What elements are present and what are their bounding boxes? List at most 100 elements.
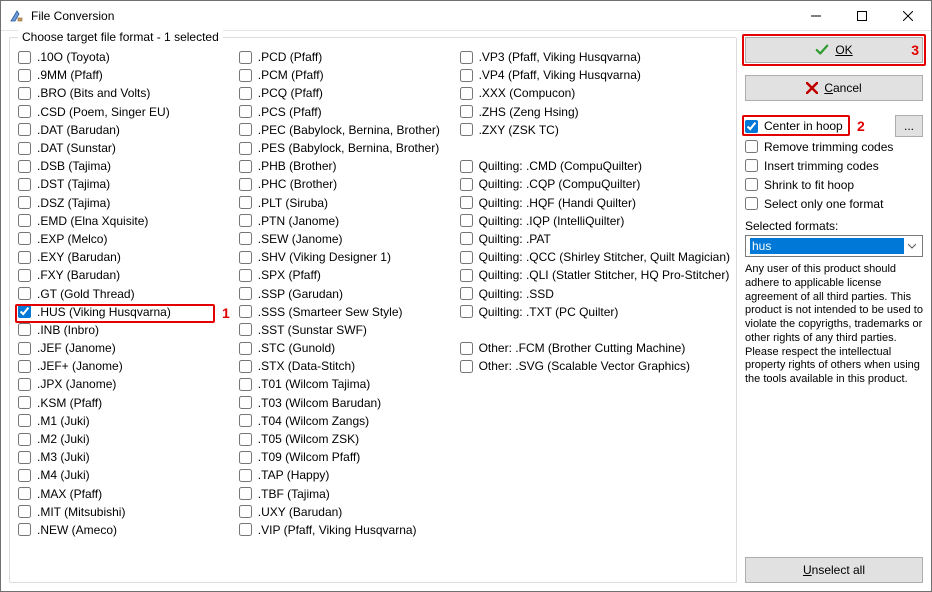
format-item[interactable]: Quilting: .HQF (Handi Quilter): [458, 194, 730, 212]
format-item[interactable]: Quilting: .IQP (IntelliQuilter): [458, 212, 730, 230]
format-item[interactable]: .FXY (Barudan): [16, 266, 235, 284]
format-item[interactable]: .JPX (Janome): [16, 375, 235, 393]
selected-formats-combo[interactable]: hus: [745, 235, 923, 257]
format-item[interactable]: .M2 (Juki): [16, 430, 235, 448]
format-item[interactable]: .M1 (Juki): [16, 412, 235, 430]
format-checkbox[interactable]: [239, 505, 252, 518]
format-checkbox[interactable]: [239, 51, 252, 64]
format-checkbox[interactable]: [239, 396, 252, 409]
select-one-checkbox[interactable]: [745, 197, 758, 210]
format-checkbox[interactable]: [460, 160, 473, 173]
format-checkbox[interactable]: [18, 105, 31, 118]
format-item[interactable]: .XXX (Compucon): [458, 84, 730, 102]
format-item[interactable]: .JEF+ (Janome): [16, 357, 235, 375]
format-item[interactable]: .T03 (Wilcom Barudan): [237, 394, 456, 412]
format-item[interactable]: .SEW (Janome): [237, 230, 456, 248]
format-item[interactable]: .SST (Sunstar SWF): [237, 321, 456, 339]
format-checkbox[interactable]: [460, 123, 473, 136]
format-checkbox[interactable]: [239, 160, 252, 173]
format-checkbox[interactable]: [239, 414, 252, 427]
format-item[interactable]: .SHV (Viking Designer 1): [237, 248, 456, 266]
format-checkbox[interactable]: [18, 160, 31, 173]
format-item[interactable]: .JEF (Janome): [16, 339, 235, 357]
format-item[interactable]: .T01 (Wilcom Tajima): [237, 375, 456, 393]
format-checkbox[interactable]: [18, 232, 31, 245]
format-item[interactable]: .PCD (Pfaff): [237, 48, 456, 66]
format-checkbox[interactable]: [18, 360, 31, 373]
format-item[interactable]: .ZHS (Zeng Hsing): [458, 103, 730, 121]
minimize-button[interactable]: [793, 1, 839, 30]
format-checkbox[interactable]: [18, 123, 31, 136]
format-checkbox[interactable]: [239, 123, 252, 136]
format-item[interactable]: .UXY (Barudan): [237, 503, 456, 521]
format-item[interactable]: .EXP (Melco): [16, 230, 235, 248]
format-item[interactable]: Quilting: .QLI (Statler Stitcher, HQ Pro…: [458, 266, 730, 284]
format-item[interactable]: .DSZ (Tajima): [16, 194, 235, 212]
format-checkbox[interactable]: [18, 87, 31, 100]
format-item[interactable]: Quilting: .PAT: [458, 230, 730, 248]
format-checkbox[interactable]: [239, 196, 252, 209]
format-checkbox[interactable]: [460, 232, 473, 245]
format-checkbox[interactable]: [18, 487, 31, 500]
format-checkbox[interactable]: [460, 51, 473, 64]
format-checkbox[interactable]: [18, 269, 31, 282]
format-checkbox[interactable]: [18, 51, 31, 64]
format-item[interactable]: .PES (Babylock, Bernina, Brother): [237, 139, 456, 157]
format-checkbox[interactable]: [460, 196, 473, 209]
format-item[interactable]: .M3 (Juki): [16, 448, 235, 466]
format-item[interactable]: .PHB (Brother): [237, 157, 456, 175]
format-checkbox[interactable]: [239, 323, 252, 336]
format-checkbox[interactable]: [239, 251, 252, 264]
format-item[interactable]: .VIP (Pfaff, Viking Husqvarna): [237, 521, 456, 539]
cancel-button[interactable]: Cancel: [745, 75, 923, 101]
format-item[interactable]: .M4 (Juki): [16, 466, 235, 484]
format-checkbox[interactable]: [18, 523, 31, 536]
format-checkbox[interactable]: [460, 87, 473, 100]
format-checkbox[interactable]: [239, 451, 252, 464]
format-checkbox[interactable]: [239, 105, 252, 118]
format-checkbox[interactable]: [460, 360, 473, 373]
format-checkbox[interactable]: [18, 451, 31, 464]
options-more-button[interactable]: ...: [895, 115, 923, 137]
format-item[interactable]: Quilting: .QCC (Shirley Stitcher, Quilt …: [458, 248, 730, 266]
format-checkbox[interactable]: [460, 214, 473, 227]
format-item[interactable]: .PCM (Pfaff): [237, 66, 456, 84]
format-item[interactable]: .DAT (Sunstar): [16, 139, 235, 157]
format-checkbox[interactable]: [18, 433, 31, 446]
format-item[interactable]: .BRO (Bits and Volts): [16, 84, 235, 102]
format-checkbox[interactable]: [18, 342, 31, 355]
format-item[interactable]: .PCS (Pfaff): [237, 103, 456, 121]
format-checkbox[interactable]: [239, 69, 252, 82]
remove-trimming-checkbox[interactable]: [745, 140, 758, 153]
format-item[interactable]: .HUS (Viking Husqvarna): [16, 303, 235, 321]
format-checkbox[interactable]: [239, 360, 252, 373]
format-item[interactable]: .T05 (Wilcom ZSK): [237, 430, 456, 448]
format-checkbox[interactable]: [460, 251, 473, 264]
format-checkbox[interactable]: [239, 232, 252, 245]
format-checkbox[interactable]: [18, 69, 31, 82]
format-item[interactable]: Other: .SVG (Scalable Vector Graphics): [458, 357, 730, 375]
format-checkbox[interactable]: [18, 305, 31, 318]
format-item[interactable]: .10O (Toyota): [16, 48, 235, 66]
format-item[interactable]: Quilting: .CQP (CompuQuilter): [458, 175, 730, 193]
format-item[interactable]: .NEW (Ameco): [16, 521, 235, 539]
format-checkbox[interactable]: [460, 269, 473, 282]
format-item[interactable]: .ZXY (ZSK TC): [458, 121, 730, 139]
center-in-hoop-checkbox[interactable]: [745, 120, 758, 133]
format-checkbox[interactable]: [239, 305, 252, 318]
format-checkbox[interactable]: [239, 469, 252, 482]
format-checkbox[interactable]: [18, 378, 31, 391]
format-item[interactable]: .DSB (Tajima): [16, 157, 235, 175]
format-item[interactable]: .PCQ (Pfaff): [237, 84, 456, 102]
format-checkbox[interactable]: [18, 196, 31, 209]
format-checkbox[interactable]: [18, 287, 31, 300]
format-checkbox[interactable]: [460, 305, 473, 318]
format-checkbox[interactable]: [18, 214, 31, 227]
format-checkbox[interactable]: [460, 69, 473, 82]
format-checkbox[interactable]: [239, 87, 252, 100]
format-item[interactable]: .SSS (Smarteer Sew Style): [237, 303, 456, 321]
format-checkbox[interactable]: [18, 414, 31, 427]
format-item[interactable]: .EXY (Barudan): [16, 248, 235, 266]
close-button[interactable]: [885, 1, 931, 30]
format-checkbox[interactable]: [239, 214, 252, 227]
